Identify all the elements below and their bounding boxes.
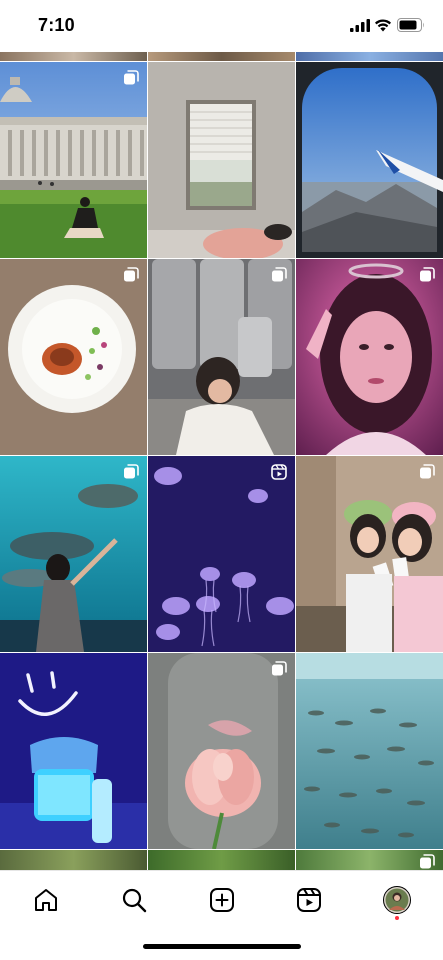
plated-dish-photo: [0, 259, 147, 455]
nav-profile-button[interactable]: [382, 885, 412, 915]
neon-smiley-jar-photo: [0, 653, 147, 849]
bedroom-window-photo: [148, 62, 295, 258]
grid-tile-partial[interactable]: [296, 52, 443, 61]
grid-tile-photobooth-friends[interactable]: [296, 456, 443, 652]
cellular-signal-icon: [350, 19, 370, 32]
carousel-icon: [272, 267, 287, 282]
grid-tile-partial[interactable]: [148, 850, 295, 870]
grid-tile-partial[interactable]: [0, 52, 147, 61]
reels-icon: [271, 464, 287, 480]
carousel-icon: [124, 464, 139, 479]
fish-school-photo: [296, 653, 443, 849]
aquarium-turtle-photo: [0, 456, 147, 652]
selfie-pink-light-photo: [296, 259, 443, 455]
carousel-icon: [272, 661, 287, 676]
grid-tile-partial[interactable]: [0, 850, 147, 870]
grid-tile-selfie-pink-light[interactable]: [296, 259, 443, 455]
jellyfish-photo: [148, 456, 295, 652]
battery-icon: [397, 18, 424, 32]
nav-reels-button[interactable]: [294, 885, 324, 915]
grid-tile-jellyfish[interactable]: [148, 456, 295, 652]
reels-icon: [297, 888, 321, 912]
status-bar: 7:10: [0, 0, 443, 52]
carousel-icon: [124, 267, 139, 282]
grid-tile-partial[interactable]: [148, 52, 295, 61]
grid-tile-partial[interactable]: [296, 850, 443, 870]
home-icon: [35, 889, 57, 911]
grid-tile-neon-smiley-jar[interactable]: [0, 653, 147, 849]
notification-dot: [395, 916, 399, 920]
carousel-icon: [420, 267, 435, 282]
grid-tile-airplane-window[interactable]: [296, 62, 443, 258]
capitol-photo: [0, 62, 147, 258]
carousel-icon: [420, 854, 435, 869]
home-indicator: [143, 944, 301, 949]
profile-avatar: [383, 886, 411, 914]
nav-search-button[interactable]: [119, 885, 149, 915]
search-icon: [122, 888, 147, 913]
airplane-window-photo: [296, 62, 443, 258]
nav-create-button[interactable]: [207, 885, 237, 915]
status-time: 7:10: [38, 15, 75, 35]
grid-tile-aquarium-turtle[interactable]: [0, 456, 147, 652]
nav-home-button[interactable]: [31, 885, 61, 915]
grid-tile-capitol[interactable]: [0, 62, 147, 258]
grid-tile-kegs-portrait[interactable]: [148, 259, 295, 455]
create-icon: [210, 888, 234, 912]
kegs-portrait-photo: [148, 259, 295, 455]
grid-tile-pink-tulip[interactable]: [148, 653, 295, 849]
grid-tile-plated-dish[interactable]: [0, 259, 147, 455]
carousel-icon: [420, 464, 435, 479]
photobooth-friends-photo: [296, 456, 443, 652]
wifi-icon: [375, 19, 391, 32]
carousel-icon: [124, 70, 139, 85]
pink-tulip-photo: [148, 653, 295, 849]
explore-grid: [0, 52, 443, 870]
grid-tile-bedroom-window[interactable]: [148, 62, 295, 258]
grid-tile-fish-school[interactable]: [296, 653, 443, 849]
